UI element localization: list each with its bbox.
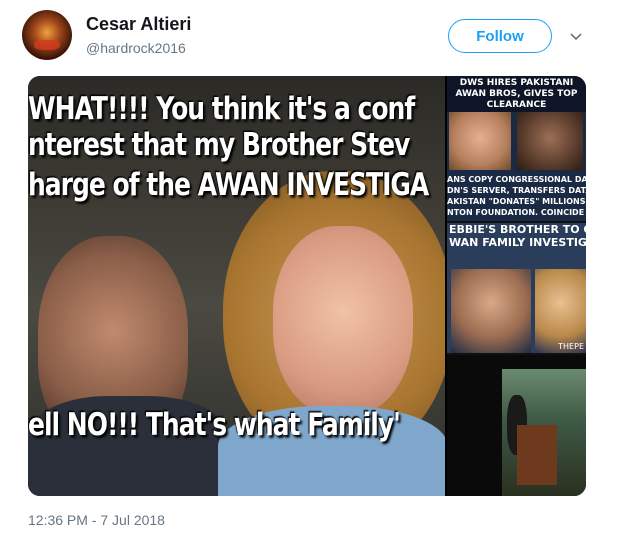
avatar[interactable] xyxy=(22,10,72,60)
meme-text-line: ell NO!!! That's what Family' xyxy=(28,406,401,443)
meme-text-line: harge of the AWAN INVESTIGA xyxy=(28,166,429,203)
panel-headline: EBBIE'S BROTHER TO OV WAN FAMILY INVESTI… xyxy=(449,223,586,249)
panel-source: THEPE xyxy=(558,342,584,351)
tweet-media[interactable]: WHAT!!!! You think it's a conf nterest t… xyxy=(28,76,586,496)
tweet-timestamp[interactable]: 12:36 PM - 7 Jul 2018 xyxy=(28,512,165,528)
panel-caption: ANS COPY CONGRESSIONAL DATA TO DN'S SERV… xyxy=(447,175,586,217)
meme-text-line: nterest that my Brother Stev xyxy=(28,126,410,163)
author-name[interactable]: Cesar Altieri xyxy=(86,14,191,35)
chevron-down-icon[interactable] xyxy=(568,28,584,44)
collage-panel-top: DWS HIRES PAKISTANI AWAN BROS, GIVES TOP… xyxy=(447,76,586,221)
follow-button[interactable]: Follow xyxy=(448,19,552,53)
panel-headline: DWS HIRES PAKISTANI AWAN BROS, GIVES TOP… xyxy=(447,76,586,112)
collage-panel-middle: EBBIE'S BROTHER TO OV WAN FAMILY INVESTI… xyxy=(447,223,586,353)
collage-image[interactable]: DWS HIRES PAKISTANI AWAN BROS, GIVES TOP… xyxy=(447,76,586,496)
author-handle[interactable]: @hardrock2016 xyxy=(86,40,186,56)
meme-image[interactable]: WHAT!!!! You think it's a conf nterest t… xyxy=(28,76,445,496)
collage-panel-bottom xyxy=(447,355,586,496)
meme-text-line: WHAT!!!! You think it's a conf xyxy=(28,90,415,127)
